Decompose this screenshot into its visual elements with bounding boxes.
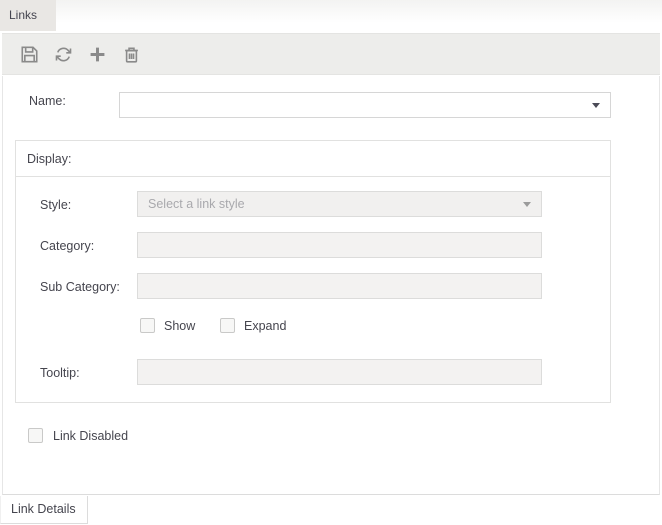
toolbar: [2, 33, 660, 75]
style-label: Style:: [40, 198, 71, 212]
show-checkbox[interactable]: [140, 318, 155, 333]
name-label: Name:: [29, 94, 66, 108]
tooltip-label: Tooltip:: [40, 366, 80, 380]
name-combobox[interactable]: [119, 92, 611, 118]
link-details-panel: Name: Display: Style: Select a link styl…: [2, 76, 660, 495]
tab-links[interactable]: Links: [0, 0, 56, 31]
top-tab-bar: Links: [0, 0, 662, 31]
save-icon: [21, 46, 38, 63]
sub-category-label: Sub Category:: [40, 280, 120, 294]
chevron-down-icon: [592, 103, 600, 108]
expand-checkbox[interactable]: [220, 318, 235, 333]
link-disabled-checkbox[interactable]: [28, 428, 43, 443]
category-input[interactable]: [137, 232, 542, 258]
add-button[interactable]: [86, 42, 108, 66]
show-checkbox-label[interactable]: Show: [164, 319, 195, 333]
style-combobox-placeholder: Select a link style: [148, 197, 523, 211]
refresh-button[interactable]: [52, 42, 74, 66]
expand-checkbox-label[interactable]: Expand: [244, 319, 286, 333]
display-group: Display: Style: Select a link style Cate…: [15, 140, 611, 403]
tooltip-input[interactable]: [137, 359, 542, 385]
refresh-icon: [55, 46, 72, 63]
links-editor-window: Links: [0, 0, 662, 525]
save-button[interactable]: [18, 42, 40, 66]
tab-link-details[interactable]: Link Details: [0, 496, 88, 524]
category-label: Category:: [40, 239, 94, 253]
display-group-title: Display:: [16, 141, 610, 177]
sub-category-input[interactable]: [137, 273, 542, 299]
delete-button[interactable]: [120, 42, 142, 66]
chevron-down-icon: [523, 202, 531, 207]
trash-icon: [123, 46, 140, 63]
plus-icon: [89, 46, 106, 63]
link-disabled-checkbox-label[interactable]: Link Disabled: [53, 429, 128, 443]
style-combobox[interactable]: Select a link style: [137, 191, 542, 217]
